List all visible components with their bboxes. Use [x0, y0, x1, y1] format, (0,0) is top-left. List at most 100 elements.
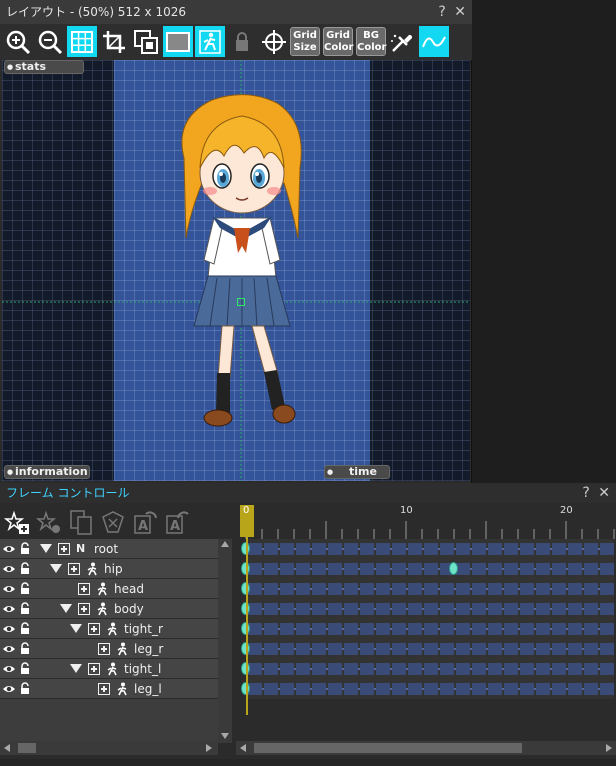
frame-cell[interactable] — [312, 683, 326, 695]
tree-vertical-scrollbar[interactable] — [218, 539, 232, 743]
help-button[interactable]: ? — [438, 4, 445, 20]
lock-icon[interactable] — [19, 602, 31, 615]
frame-cell[interactable] — [296, 623, 310, 635]
frame-help-button[interactable]: ? — [582, 485, 589, 501]
frame-cell[interactable] — [296, 683, 310, 695]
frame-cell[interactable] — [280, 603, 294, 615]
plus-box-icon[interactable] — [68, 563, 80, 575]
frame-cell[interactable] — [280, 563, 294, 575]
tree-row-hip[interactable]: hip — [0, 559, 218, 579]
eye-icon[interactable] — [3, 603, 15, 615]
rotate-right-button[interactable]: A — [164, 509, 190, 535]
frame-cell[interactable] — [328, 543, 342, 555]
curve-toggle-button[interactable] — [419, 26, 449, 57]
tree-row-root[interactable]: Nroot — [0, 539, 218, 559]
frame-cell[interactable] — [456, 583, 470, 595]
frame-cell[interactable] — [280, 663, 294, 675]
tree-row-tight-r[interactable]: tight_r — [0, 619, 218, 639]
frame-cell[interactable] — [536, 603, 550, 615]
plus-box-icon[interactable] — [98, 683, 110, 695]
frame-cell[interactable] — [520, 603, 534, 615]
frame-cell[interactable] — [376, 623, 390, 635]
frame-cell[interactable] — [328, 583, 342, 595]
frame-cell[interactable] — [472, 663, 486, 675]
frame-cell[interactable] — [312, 643, 326, 655]
frame-cell[interactable] — [472, 683, 486, 695]
plus-box-icon[interactable] — [58, 543, 70, 555]
frame-cell[interactable] — [456, 643, 470, 655]
tree-row-head[interactable]: head — [0, 579, 218, 599]
fit-view-button[interactable] — [99, 26, 129, 57]
lock-icon[interactable] — [19, 542, 31, 555]
frame-cell[interactable] — [440, 603, 454, 615]
frame-cell[interactable] — [472, 563, 486, 575]
frame-cell[interactable] — [488, 623, 502, 635]
character-sprite[interactable] — [172, 88, 312, 438]
frame-cell[interactable] — [472, 603, 486, 615]
frame-cell[interactable] — [584, 683, 598, 695]
plus-box-icon[interactable] — [78, 603, 90, 615]
playhead[interactable]: 0 — [240, 505, 254, 715]
expand-triangle-icon[interactable] — [60, 604, 72, 613]
frame-cell[interactable] — [488, 563, 502, 575]
frame-cell[interactable] — [584, 663, 598, 675]
frame-cell[interactable] — [264, 563, 278, 575]
frame-cell[interactable] — [312, 603, 326, 615]
eye-icon[interactable] — [3, 643, 15, 655]
scroll-right-icon[interactable] — [206, 744, 212, 752]
eye-icon[interactable] — [3, 623, 15, 635]
frame-cell[interactable] — [408, 683, 422, 695]
frame-cell[interactable] — [328, 623, 342, 635]
frame-cell[interactable] — [568, 563, 582, 575]
frame-cell[interactable] — [600, 663, 614, 675]
frame-cell[interactable] — [472, 583, 486, 595]
frame-cell[interactable] — [328, 683, 342, 695]
frame-cell[interactable] — [568, 603, 582, 615]
frame-cell[interactable] — [456, 663, 470, 675]
lock-icon[interactable] — [19, 622, 31, 635]
lock-icon[interactable] — [19, 582, 31, 595]
frame-cell[interactable] — [552, 603, 566, 615]
frame-cell[interactable] — [408, 643, 422, 655]
frame-cell[interactable] — [360, 643, 374, 655]
frame-cell[interactable] — [568, 543, 582, 555]
frame-cell[interactable] — [600, 543, 614, 555]
tree-row-body[interactable]: body — [0, 599, 218, 619]
frame-cell[interactable] — [280, 623, 294, 635]
plus-box-icon[interactable] — [98, 643, 110, 655]
layout-canvas[interactable]: stats information time — [2, 60, 470, 481]
add-bone-button[interactable] — [4, 509, 30, 535]
frame-cell[interactable] — [424, 583, 438, 595]
timeline[interactable]: 10 20 0 — [236, 505, 616, 745]
tree-row-leg-r[interactable]: leg_r — [0, 639, 218, 659]
frame-cell[interactable] — [264, 543, 278, 555]
frame-cell[interactable] — [600, 583, 614, 595]
tree-row-leg-l[interactable]: leg_l — [0, 679, 218, 699]
frame-cell[interactable] — [392, 663, 406, 675]
close-button[interactable]: ✕ — [454, 4, 466, 20]
frame-cell[interactable] — [440, 583, 454, 595]
frame-cell[interactable] — [488, 663, 502, 675]
frame-cell[interactable] — [504, 683, 518, 695]
frame-cell[interactable] — [312, 623, 326, 635]
frame-cell[interactable] — [376, 663, 390, 675]
frame-cell[interactable] — [328, 643, 342, 655]
frame-cell[interactable] — [552, 683, 566, 695]
frame-cell[interactable] — [296, 643, 310, 655]
frame-cell[interactable] — [360, 683, 374, 695]
frame-cell[interactable] — [312, 663, 326, 675]
frame-cell[interactable] — [424, 683, 438, 695]
frame-cell[interactable] — [520, 663, 534, 675]
frame-cell[interactable] — [600, 683, 614, 695]
frame-cell[interactable] — [408, 563, 422, 575]
center-button[interactable] — [259, 26, 289, 57]
frame-cell[interactable] — [360, 663, 374, 675]
frame-cell[interactable] — [392, 643, 406, 655]
frame-cell[interactable] — [424, 563, 438, 575]
frame-cell[interactable] — [456, 563, 470, 575]
frame-cell[interactable] — [488, 643, 502, 655]
frame-cell[interactable] — [408, 663, 422, 675]
frame-cell[interactable] — [280, 543, 294, 555]
frame-cell[interactable] — [504, 663, 518, 675]
track-tight-l[interactable] — [246, 659, 614, 679]
